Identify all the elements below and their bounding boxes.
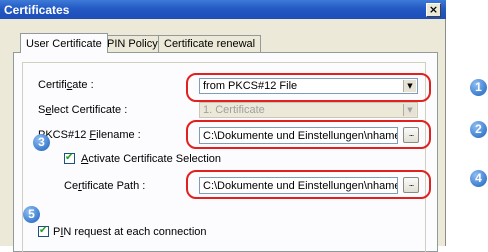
chevron-down-icon: ▼: [403, 104, 416, 116]
pkcs12-filename-label: PKCS#12 Filename :: [38, 129, 141, 141]
select-certificate-dropdown: 1. Certificate ▼: [199, 102, 418, 118]
checkmark-icon: ✔: [39, 225, 48, 236]
callout-badge-3: 3: [33, 134, 50, 151]
activate-selection-label[interactable]: Activate Certificate Selection: [81, 153, 221, 165]
callout-badge-5: 5: [23, 206, 40, 223]
callout-badge-1: 1: [470, 79, 487, 96]
highlight-certificate-select: [186, 73, 431, 102]
highlight-pkcs12-filename: [186, 120, 431, 149]
highlight-certificate-path: [186, 170, 431, 199]
callout-badge-2: 2: [470, 121, 487, 138]
tab-pin-policy[interactable]: PIN Policy: [101, 35, 164, 52]
checkmark-icon: ✔: [65, 152, 74, 163]
pin-request-label[interactable]: PIN request at each connection: [53, 226, 207, 238]
title-bar: Certificates ×: [0, 0, 446, 19]
window-title: Certificates: [4, 3, 70, 17]
activate-selection-checkbox[interactable]: ✔: [64, 152, 75, 164]
select-certificate-label: Select Certificate :: [38, 104, 128, 116]
certificate-label: Certificate :: [38, 79, 94, 91]
pin-request-checkbox[interactable]: ✔: [38, 225, 49, 237]
tab-user-certificate[interactable]: User Certificate: [20, 33, 108, 53]
close-icon[interactable]: ×: [426, 3, 441, 17]
callout-badge-4: 4: [470, 170, 487, 187]
certificate-path-label: Certificate Path :: [64, 180, 146, 192]
select-certificate-value: 1. Certificate: [203, 104, 265, 116]
tab-certificate-renewal[interactable]: Certificate renewal: [158, 35, 262, 52]
